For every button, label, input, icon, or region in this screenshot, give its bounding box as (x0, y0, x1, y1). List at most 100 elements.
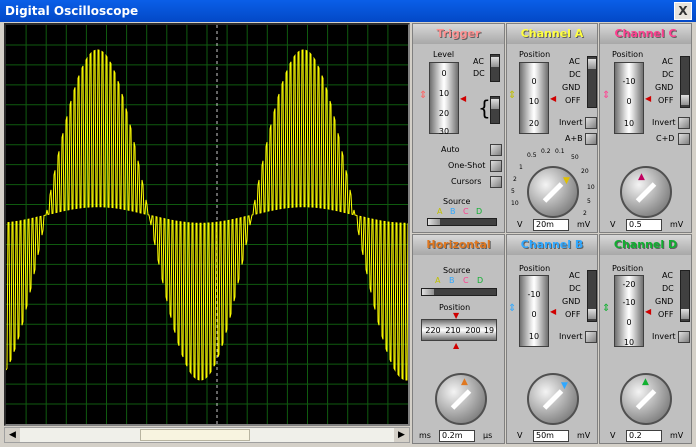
channel-d-invert-button[interactable] (678, 331, 690, 343)
channel-a-dc-label: DC (569, 70, 581, 79)
channel-c-unit-right: mV (670, 220, 684, 229)
channel-a-unit-left: V (517, 220, 523, 229)
channel-d-unit-left: V (610, 431, 616, 440)
channel-b-invert-label: Invert (559, 332, 583, 341)
channel-a-ac-label: AC (569, 57, 580, 66)
channel-d-title: Channel D (600, 235, 691, 255)
channel-b-title: Channel B (507, 235, 597, 255)
channel-c-marker-icon: ◀ (645, 94, 652, 103)
channel-c-sum-button[interactable] (678, 133, 690, 145)
edge-brace-icon: { (478, 96, 491, 120)
channel-c-arrow-icon: ⇕ (602, 90, 611, 101)
channel-a-marker-icon: ◀ (550, 94, 557, 103)
scope-screen (6, 25, 408, 424)
channel-a-off-label: OFF (565, 96, 581, 105)
channel-c-position-drum[interactable]: -10 0 10 (614, 62, 644, 134)
trigger-level-label: Level (433, 50, 455, 59)
channel-c-position-label: Position (612, 50, 644, 59)
horizontal-unit-left: ms (419, 431, 431, 440)
scroll-thumb[interactable] (140, 429, 250, 441)
channel-c-panel: Channel C Position -10 0 10 ⇕ ◀ AC DC GND … (599, 23, 692, 233)
oneshot-button[interactable] (490, 160, 502, 172)
channel-d-marker-icon: ◀ (645, 307, 652, 316)
channel-b-gnd-label: GND (562, 297, 581, 306)
channel-d-scale-knob[interactable]: ▲ (620, 373, 672, 425)
channel-c-gnd-label: GND (655, 83, 674, 92)
trigger-source-label: Source (443, 197, 471, 206)
channel-a-invert-label: Invert (559, 118, 583, 127)
channel-c-ac-label: AC (662, 57, 673, 66)
trigger-source-c: C (463, 207, 469, 216)
channel-b-position-label: Position (519, 264, 551, 273)
channel-c-unit-left: V (610, 220, 616, 229)
level-arrow-icon: ⇕ (419, 90, 428, 101)
trigger-level-drum[interactable]: 0 10 20 30 (429, 62, 459, 136)
channel-a-sum-button[interactable] (585, 133, 597, 145)
trigger-edge-switch[interactable] (490, 96, 500, 124)
horizontal-unit-right: µs (483, 431, 493, 440)
channel-b-off-label: OFF (565, 310, 581, 319)
trigger-source-d: D (476, 207, 483, 216)
horizontal-source-b: B (449, 276, 455, 285)
channel-a-position-label: Position (519, 50, 551, 59)
horizontal-source-label: Source (443, 266, 471, 275)
channel-b-position-drum[interactable]: -10 0 10 (519, 275, 549, 347)
channel-b-scale-knob[interactable]: ▼ (527, 373, 579, 425)
channel-a-scale-knob[interactable]: ▼ (527, 166, 579, 218)
channel-a-panel: Channel A Position 0 10 20 ⇕ ◀ AC DC GND O… (506, 23, 598, 233)
oneshot-label: One-Shot (448, 161, 486, 170)
scroll-right-button[interactable]: ▶ (394, 428, 409, 442)
trigger-source-slider[interactable] (427, 218, 497, 226)
auto-label: Auto (441, 145, 460, 154)
horizontal-source-d: D (477, 276, 484, 285)
channel-c-invert-label: Invert (652, 118, 676, 127)
channel-b-arrow-icon: ⇕ (508, 303, 517, 314)
channel-d-position-label: Position (612, 264, 644, 273)
trigger-ac-label: AC (473, 57, 484, 66)
channel-a-value[interactable]: 20m (533, 219, 569, 231)
channel-d-coupling-switch[interactable] (680, 270, 690, 322)
channel-a-gnd-label: GND (562, 83, 581, 92)
channel-c-off-label: OFF (658, 96, 674, 105)
trigger-coupling-switch[interactable] (490, 54, 500, 82)
channel-b-value[interactable]: 50m (533, 430, 569, 442)
channel-d-unit-right: mV (670, 431, 684, 440)
channel-c-value[interactable]: 0.5 (626, 219, 662, 231)
window-title: Digital Oscilloscope (5, 4, 139, 18)
trigger-title: Trigger (413, 24, 504, 44)
channel-d-position-drum[interactable]: -20 -10 0 10 (614, 275, 644, 347)
scroll-left-button[interactable]: ◀ (5, 428, 20, 442)
auto-button[interactable] (490, 144, 502, 156)
channel-a-invert-button[interactable] (585, 117, 597, 129)
channel-c-title: Channel C (600, 24, 691, 44)
channel-b-coupling-switch[interactable] (587, 270, 597, 322)
horizontal-source-slider[interactable] (421, 288, 497, 296)
channel-b-dc-label: DC (569, 284, 581, 293)
horizontal-source-c: C (463, 276, 469, 285)
channel-c-coupling-switch[interactable] (680, 56, 690, 108)
horizontal-panel: Horizontal Source A B C D Position ▼ 220… (412, 234, 505, 444)
trigger-source-a: A (437, 207, 443, 216)
channel-a-arrow-icon: ⇕ (508, 90, 517, 101)
channel-d-value[interactable]: 0.2 (626, 430, 662, 442)
channel-d-off-label: OFF (658, 310, 674, 319)
channel-b-unit-left: V (517, 431, 523, 440)
scope-display (4, 23, 410, 426)
horizontal-value[interactable]: 0.2m (439, 430, 475, 442)
horizontal-timebase-knob[interactable]: ▲ (435, 373, 487, 425)
channel-b-invert-button[interactable] (585, 331, 597, 343)
channel-c-invert-button[interactable] (678, 117, 690, 129)
channel-d-dc-label: DC (662, 284, 674, 293)
channel-a-position-drum[interactable]: 0 10 20 (519, 62, 549, 134)
channel-a-coupling-switch[interactable] (587, 56, 597, 108)
channel-c-dc-label: DC (662, 70, 674, 79)
horizontal-source-a: A (435, 276, 441, 285)
horizontal-position-drum[interactable]: 220 210 200 19 (421, 319, 497, 341)
cursors-button[interactable] (490, 176, 502, 188)
channel-b-marker-icon: ◀ (550, 307, 557, 316)
trigger-source-b: B (450, 207, 456, 216)
channel-c-scale-knob[interactable]: ▲ (620, 166, 672, 218)
horizontal-scrollbar[interactable]: ◀ ▶ (4, 427, 410, 443)
channel-a-unit-right: mV (577, 220, 591, 229)
close-button[interactable]: X (674, 2, 692, 20)
